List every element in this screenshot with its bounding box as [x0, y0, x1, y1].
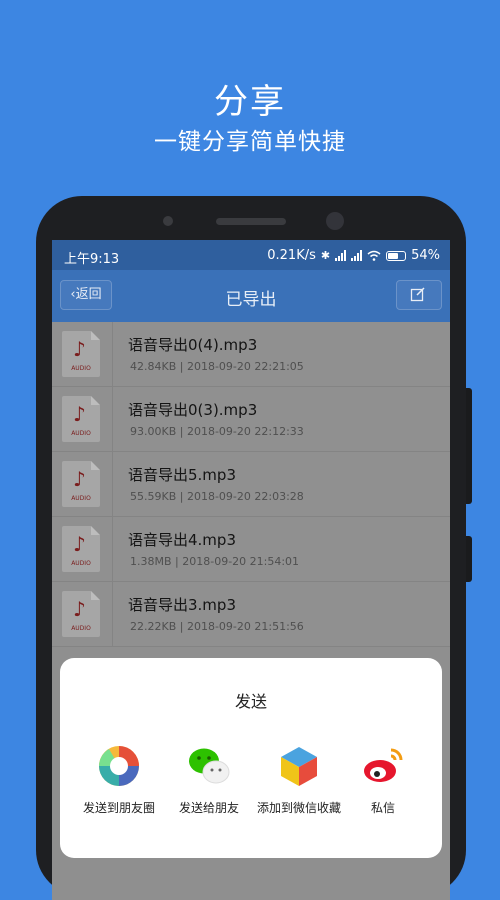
music-note-icon: ♪ — [73, 402, 86, 426]
list-item[interactable]: ♪ AUDIO 语音导出0(3).mp3 93.00KB | 2018-09-2… — [52, 387, 450, 452]
music-note-icon: ♪ — [73, 337, 86, 361]
power-button — [466, 536, 472, 582]
signal-icon — [335, 250, 347, 261]
audio-file-icon: ♪ AUDIO — [62, 396, 100, 442]
bluetooth-icon: ✱ — [320, 249, 331, 262]
speaker-grille — [216, 218, 286, 225]
audio-file-icon: ♪ AUDIO — [62, 461, 100, 507]
audio-file-icon: ♪ AUDIO — [62, 526, 100, 572]
wechat-icon — [189, 748, 230, 784]
audio-file-icon: ♪ AUDIO — [62, 591, 100, 637]
divider — [112, 517, 113, 581]
file-meta: 22.22KB | 2018-09-20 21:51:56 — [130, 620, 304, 633]
share-moments-button[interactable]: 发送到朋友圈 — [74, 744, 164, 817]
list-item[interactable]: ♪ AUDIO 语音导出3.mp3 22.22KB | 2018-09-20 2… — [52, 582, 450, 647]
file-meta: 93.00KB | 2018-09-20 22:12:33 — [130, 425, 304, 438]
music-note-icon: ♪ — [73, 597, 86, 621]
share-sheet-title: 发送 — [234, 692, 267, 711]
battery-percent: 54% — [411, 248, 440, 263]
front-camera — [326, 212, 344, 230]
network-speed: 0.21K/s — [267, 248, 316, 263]
page-title: 已导出 — [225, 290, 277, 310]
share-sheet: 发送 发送到朋友圈 发送给朋友 添加到微信收藏 私信 — [60, 658, 442, 858]
list-item[interactable]: ♪ AUDIO 语音导出0(4).mp3 42.84KB | 2018-09-2… — [52, 322, 450, 387]
promo-title: 分享 — [214, 82, 286, 122]
file-type-label: AUDIO — [71, 560, 91, 567]
share-label: 添加到微信收藏 — [256, 801, 341, 815]
file-type-label: AUDIO — [71, 625, 91, 632]
file-type-label: AUDIO — [71, 495, 91, 502]
divider — [112, 452, 113, 516]
private-message-button[interactable]: 私信 — [338, 744, 428, 817]
list-item[interactable]: ♪ AUDIO 语音导出4.mp3 1.38MB | 2018-09-20 21… — [52, 517, 450, 582]
file-type-label: AUDIO — [71, 365, 91, 372]
list-item[interactable]: ♪ AUDIO 语音导出5.mp3 55.59KB | 2018-09-20 2… — [52, 452, 450, 517]
favorites-icon — [281, 747, 317, 786]
share-friend-button[interactable]: 发送给朋友 — [164, 744, 254, 817]
share-label: 私信 — [370, 801, 395, 815]
status-right: 0.21K/s ✱ 54% — [267, 248, 440, 263]
share-label: 发送给朋友 — [178, 801, 239, 815]
sensor-dot — [163, 216, 173, 226]
file-name: 语音导出0(4).mp3 — [128, 336, 258, 354]
file-name: 语音导出5.mp3 — [128, 466, 236, 484]
edit-icon — [410, 287, 425, 302]
file-meta: 1.38MB | 2018-09-20 21:54:01 — [130, 555, 300, 568]
volume-button — [466, 388, 472, 504]
audio-file-icon: ♪ AUDIO — [62, 331, 100, 377]
music-note-icon: ♪ — [73, 467, 86, 491]
divider — [112, 322, 113, 386]
battery-icon — [386, 250, 407, 261]
weibo-icon — [364, 748, 403, 782]
add-favorites-button[interactable]: 添加到微信收藏 — [254, 744, 344, 817]
music-note-icon: ♪ — [73, 532, 86, 556]
file-list: ♪ AUDIO 语音导出0(4).mp3 42.84KB | 2018-09-2… — [52, 322, 450, 647]
file-name: 语音导出3.mp3 — [128, 596, 236, 614]
moments-icon — [99, 746, 139, 786]
wifi-icon — [367, 250, 381, 261]
status-time: 上午9:13 — [64, 252, 120, 267]
status-bar: 上午9:13 0.21K/s ✱ 54% — [52, 240, 450, 270]
nav-bar: ‹返回 已导出 — [52, 270, 450, 322]
promo-subtitle: 一键分享简单快捷 — [154, 129, 346, 155]
file-name: 语音导出4.mp3 — [128, 531, 236, 549]
edit-button[interactable] — [396, 280, 442, 310]
signal-icon-2 — [351, 250, 363, 261]
file-meta: 42.84KB | 2018-09-20 22:21:05 — [130, 360, 304, 373]
file-type-label: AUDIO — [71, 430, 91, 437]
file-name: 语音导出0(3).mp3 — [128, 401, 258, 419]
file-meta: 55.59KB | 2018-09-20 22:03:28 — [130, 490, 304, 503]
share-label: 发送到朋友圈 — [82, 801, 155, 815]
divider — [112, 582, 113, 646]
divider — [112, 387, 113, 451]
